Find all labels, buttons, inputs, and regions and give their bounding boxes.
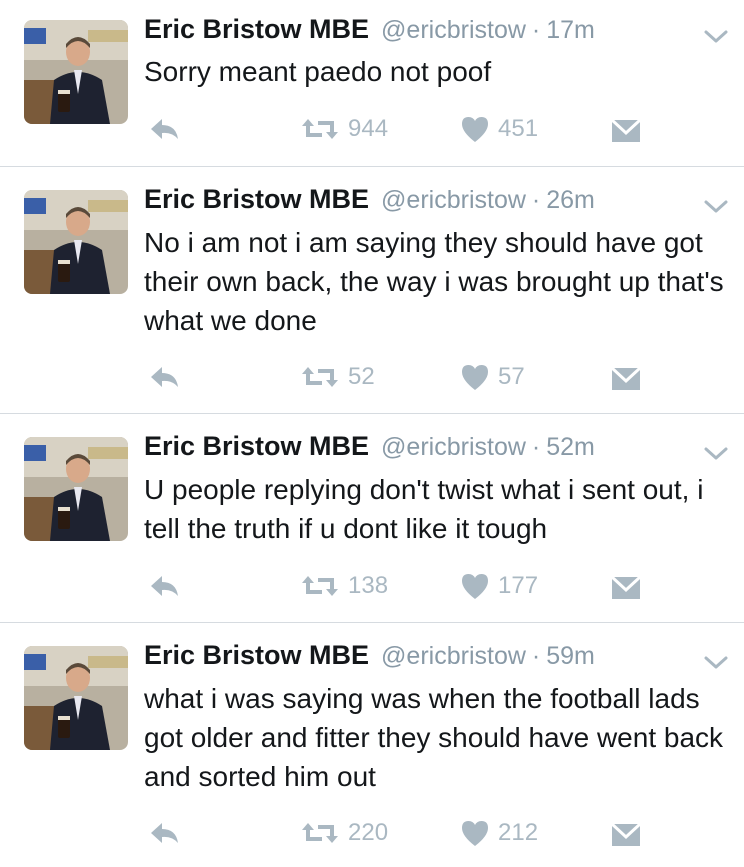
- retweet-icon: [300, 572, 340, 600]
- tweet-header: Eric Bristow MBE @ericbristow · 52m: [144, 431, 595, 467]
- like-button[interactable]: 57: [460, 362, 525, 392]
- chevron-down-icon[interactable]: [703, 445, 729, 463]
- display-name[interactable]: Eric Bristow MBE: [144, 640, 369, 671]
- like-button[interactable]: 212: [460, 818, 538, 848]
- retweet-icon: [300, 819, 340, 847]
- retweet-count: 220: [348, 819, 389, 846]
- retweet-button[interactable]: 944: [300, 114, 388, 144]
- like-count: 212: [498, 819, 539, 846]
- separator-dot: ·: [531, 642, 541, 670]
- heart-icon: [460, 572, 490, 600]
- reply-icon[interactable]: [148, 571, 180, 601]
- chevron-down-icon[interactable]: [703, 654, 729, 672]
- retweet-button[interactable]: 138: [300, 571, 388, 601]
- retweet-icon: [300, 115, 340, 143]
- like-count: 57: [498, 363, 525, 390]
- retweet-button[interactable]: 220: [300, 818, 388, 848]
- user-handle[interactable]: @ericbristow: [381, 642, 526, 671]
- tweet-header: Eric Bristow MBE @ericbristow · 59m: [144, 640, 595, 676]
- chevron-down-icon[interactable]: [703, 198, 729, 216]
- user-handle[interactable]: @ericbristow: [381, 186, 526, 215]
- retweet-icon: [300, 363, 340, 391]
- display-name[interactable]: Eric Bristow MBE: [144, 14, 369, 45]
- timestamp[interactable]: 26m: [546, 186, 595, 215]
- display-name[interactable]: Eric Bristow MBE: [144, 431, 369, 462]
- avatar[interactable]: [24, 20, 128, 124]
- timeline: Eric Bristow MBE @ericbristow · 17m Sorr…: [0, 0, 744, 867]
- like-button[interactable]: 177: [460, 571, 538, 601]
- separator-dot: ·: [531, 433, 541, 461]
- like-count: 177: [498, 572, 539, 599]
- direct-message-icon[interactable]: [611, 820, 641, 850]
- tweet-text: No i am not i am saying they should have…: [144, 227, 724, 336]
- direct-message-icon[interactable]: [611, 573, 641, 603]
- reply-icon[interactable]: [148, 362, 180, 392]
- retweet-count: 52: [348, 363, 375, 390]
- retweet-count: 944: [348, 115, 389, 142]
- direct-message-icon[interactable]: [611, 364, 641, 394]
- like-count: 451: [498, 115, 539, 142]
- retweet-count: 138: [348, 572, 389, 599]
- tweet-text: U people replying don't twist what i sen…: [144, 474, 704, 544]
- like-button[interactable]: 451: [460, 114, 538, 144]
- avatar[interactable]: [24, 646, 128, 750]
- timestamp[interactable]: 17m: [546, 16, 595, 45]
- tweet[interactable]: Eric Bristow MBE @ericbristow · 52m U pe…: [0, 414, 744, 622]
- avatar[interactable]: [24, 437, 128, 541]
- tweet[interactable]: Eric Bristow MBE @ericbristow · 17m Sorr…: [0, 0, 744, 166]
- reply-icon[interactable]: [148, 818, 180, 848]
- separator-dot: ·: [531, 186, 541, 214]
- user-handle[interactable]: @ericbristow: [381, 433, 526, 462]
- timestamp[interactable]: 52m: [546, 433, 595, 462]
- avatar[interactable]: [24, 190, 128, 294]
- heart-icon: [460, 115, 490, 143]
- timestamp[interactable]: 59m: [546, 642, 595, 671]
- user-handle[interactable]: @ericbristow: [381, 16, 526, 45]
- display-name[interactable]: Eric Bristow MBE: [144, 184, 369, 215]
- tweet-header: Eric Bristow MBE @ericbristow · 17m: [144, 14, 595, 50]
- tweet-text: Sorry meant paedo not poof: [144, 56, 492, 87]
- tweet[interactable]: Eric Bristow MBE @ericbristow · 26m No i…: [0, 167, 744, 413]
- tweet-header: Eric Bristow MBE @ericbristow · 26m: [144, 184, 595, 220]
- tweet-text: what i was saying was when the football …: [144, 683, 724, 792]
- retweet-button[interactable]: 52: [300, 362, 375, 392]
- tweet[interactable]: Eric Bristow MBE @ericbristow · 59m what…: [0, 623, 744, 867]
- chevron-down-icon[interactable]: [703, 28, 729, 46]
- separator-dot: ·: [531, 16, 541, 44]
- reply-icon[interactable]: [148, 114, 180, 144]
- direct-message-icon[interactable]: [611, 116, 641, 146]
- heart-icon: [460, 363, 490, 391]
- heart-icon: [460, 819, 490, 847]
